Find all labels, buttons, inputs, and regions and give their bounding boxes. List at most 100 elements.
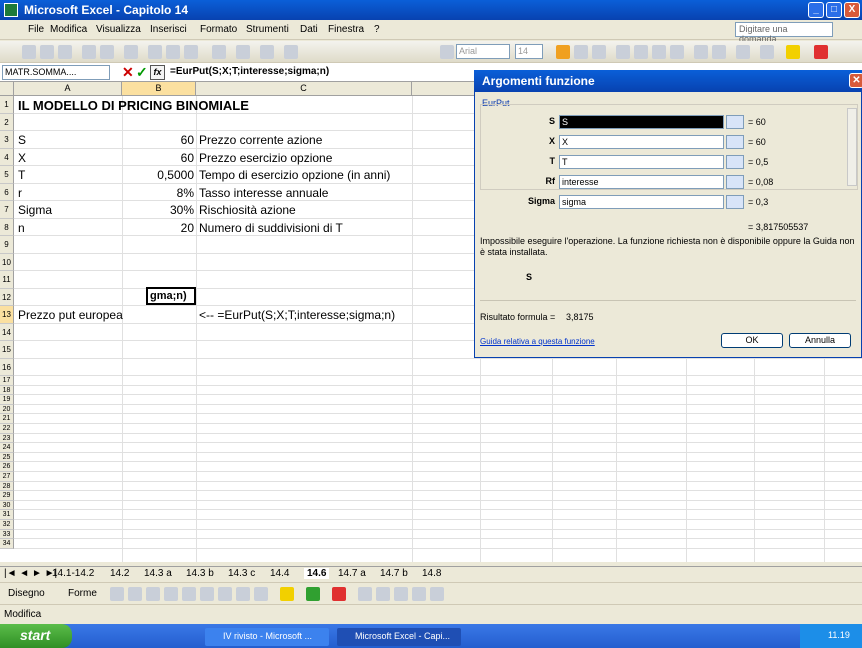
dialog-close-button[interactable]: ✕ — [849, 73, 862, 88]
row-header[interactable]: 30 — [0, 500, 14, 511]
rectangle-icon[interactable] — [146, 587, 160, 601]
row-header[interactable]: 9 — [0, 236, 14, 254]
tab-14-2[interactable]: 14.2 — [110, 568, 129, 579]
sort-icon[interactable] — [284, 45, 298, 59]
menu-inserisci[interactable]: Inserisci — [150, 24, 187, 35]
menu-finestra[interactable]: Finestra — [328, 24, 364, 35]
arg-input-rf[interactable]: interesse — [559, 175, 724, 189]
minimize-button[interactable]: _ — [808, 2, 824, 18]
arrow-style-icon[interactable] — [394, 587, 408, 601]
cell-b[interactable]: 30% — [122, 203, 194, 217]
tab-14-7-a[interactable]: 14.7 a — [338, 568, 366, 579]
row-header[interactable]: 27 — [0, 472, 14, 482]
cell-b[interactable]: 0,5000 — [122, 168, 194, 182]
arrow-icon[interactable] — [128, 587, 142, 601]
row-header[interactable]: 24 — [0, 443, 14, 453]
toolbar-options-icon[interactable] — [440, 45, 454, 59]
cell-c[interactable]: Tempo di esercizio opzione (in anni) — [199, 168, 469, 182]
cut-icon[interactable] — [148, 45, 162, 59]
open-icon[interactable] — [40, 45, 54, 59]
row-header[interactable]: 13 — [0, 306, 14, 324]
cell-c[interactable]: Numero di suddivisioni di T — [199, 221, 469, 235]
cell-b[interactable]: 20 — [122, 221, 194, 235]
font-color-icon[interactable] — [814, 45, 828, 59]
row-header[interactable]: 26 — [0, 462, 14, 472]
row-header[interactable]: 32 — [0, 520, 14, 530]
task-word[interactable]: IV rivisto - Microsoft ... — [205, 628, 329, 646]
font-select[interactable]: Arial — [456, 44, 510, 59]
italic-icon[interactable] — [574, 45, 588, 59]
cell-c[interactable]: <-- =EurPut(S;X;T;interesse;sigma;n) — [199, 308, 469, 322]
tab-14-1-14-2[interactable]: 14.1-14.2 — [52, 568, 94, 579]
task-excel[interactable]: Microsoft Excel - Capi... — [337, 628, 461, 646]
row-header[interactable]: 12 — [0, 288, 14, 306]
tab-14-4[interactable]: 14.4 — [270, 568, 289, 579]
row-header[interactable]: 33 — [0, 529, 14, 540]
tab-14-6[interactable]: 14.6 — [304, 568, 330, 579]
row-header[interactable]: 34 — [0, 539, 14, 549]
oval-icon[interactable] — [164, 587, 178, 601]
fill-color-icon[interactable] — [786, 45, 800, 59]
menu-file[interactable]: File — [28, 24, 44, 35]
row-header[interactable]: 15 — [0, 341, 14, 359]
bold-icon[interactable] — [556, 45, 570, 59]
menu-dati[interactable]: Dati — [300, 24, 318, 35]
row-header[interactable]: 8 — [0, 218, 14, 236]
menu-formato[interactable]: Formato — [200, 24, 237, 35]
clipart-icon[interactable] — [236, 587, 250, 601]
row-header[interactable]: 25 — [0, 452, 14, 463]
textbox-icon[interactable] — [182, 587, 196, 601]
menu-help[interactable]: ? — [374, 24, 380, 35]
arg-collapse-sigma-icon[interactable] — [726, 195, 744, 209]
help-link[interactable]: Guida relativa a questa funzione — [480, 337, 595, 346]
cell-a[interactable]: Prezzo put europea — [18, 308, 146, 322]
align-left-icon[interactable] — [616, 45, 630, 59]
wordart-icon[interactable] — [200, 587, 214, 601]
tab-14-7-b[interactable]: 14.7 b — [380, 568, 408, 579]
cell-c[interactable]: Prezzo esercizio opzione — [199, 151, 469, 165]
merge-icon[interactable] — [670, 45, 684, 59]
3d-icon[interactable] — [430, 587, 444, 601]
paste-icon[interactable] — [184, 45, 198, 59]
row-header[interactable]: 11 — [0, 271, 14, 289]
close-button[interactable]: X — [844, 2, 860, 18]
hyperlink-icon[interactable] — [236, 45, 250, 59]
arg-collapse-s-icon[interactable] — [726, 115, 744, 129]
disegno-menu[interactable]: Disegno — [8, 588, 45, 599]
formula-input[interactable]: =EurPut(S;X;T;interesse;sigma;n) — [170, 66, 329, 77]
row-header[interactable]: 4 — [0, 148, 14, 166]
align-center-icon[interactable] — [634, 45, 648, 59]
arg-collapse-x-icon[interactable] — [726, 135, 744, 149]
cell-b[interactable]: 60 — [122, 151, 194, 165]
spelling-icon[interactable] — [124, 45, 138, 59]
arg-input-x[interactable]: X — [559, 135, 724, 149]
cell-a[interactable]: IL MODELLO DI PRICING BINOMIALE — [18, 98, 398, 113]
maximize-button[interactable]: □ — [826, 2, 842, 18]
column-header-b[interactable]: B — [122, 82, 196, 96]
row-header[interactable]: 6 — [0, 183, 14, 201]
column-header-c[interactable]: C — [196, 82, 412, 96]
row-header[interactable]: 29 — [0, 491, 14, 501]
arg-collapse-t-icon[interactable] — [726, 155, 744, 169]
cancel-button[interactable]: Annulla — [789, 333, 851, 348]
arg-input-sigma[interactable]: sigma — [559, 195, 724, 209]
text-color-icon[interactable] — [332, 587, 346, 601]
row-header[interactable]: 28 — [0, 481, 14, 492]
cell-b[interactable]: 8% — [122, 186, 194, 200]
new-icon[interactable] — [22, 45, 36, 59]
dash-style-icon[interactable] — [376, 587, 390, 601]
tab-scroll-icon[interactable]: |◄ ◄ ► ►| — [4, 568, 57, 579]
undo-icon[interactable] — [212, 45, 226, 59]
cancel-entry-icon[interactable]: ✕ — [122, 64, 134, 81]
autosum-icon[interactable] — [260, 45, 274, 59]
tab-14-3-c[interactable]: 14.3 c — [228, 568, 255, 579]
row-header[interactable]: 31 — [0, 510, 14, 520]
row-header[interactable]: 20 — [0, 404, 14, 415]
row-header[interactable]: 10 — [0, 253, 14, 271]
cell-c[interactable]: Tasso interesse annuale — [199, 186, 469, 200]
name-box[interactable]: MATR.SOMMA.... — [2, 65, 110, 80]
shadow-icon[interactable] — [412, 587, 426, 601]
row-header[interactable]: 16 — [0, 358, 14, 376]
cell-c[interactable]: Rischiosità azione — [199, 203, 469, 217]
row-header[interactable]: 14 — [0, 323, 14, 341]
